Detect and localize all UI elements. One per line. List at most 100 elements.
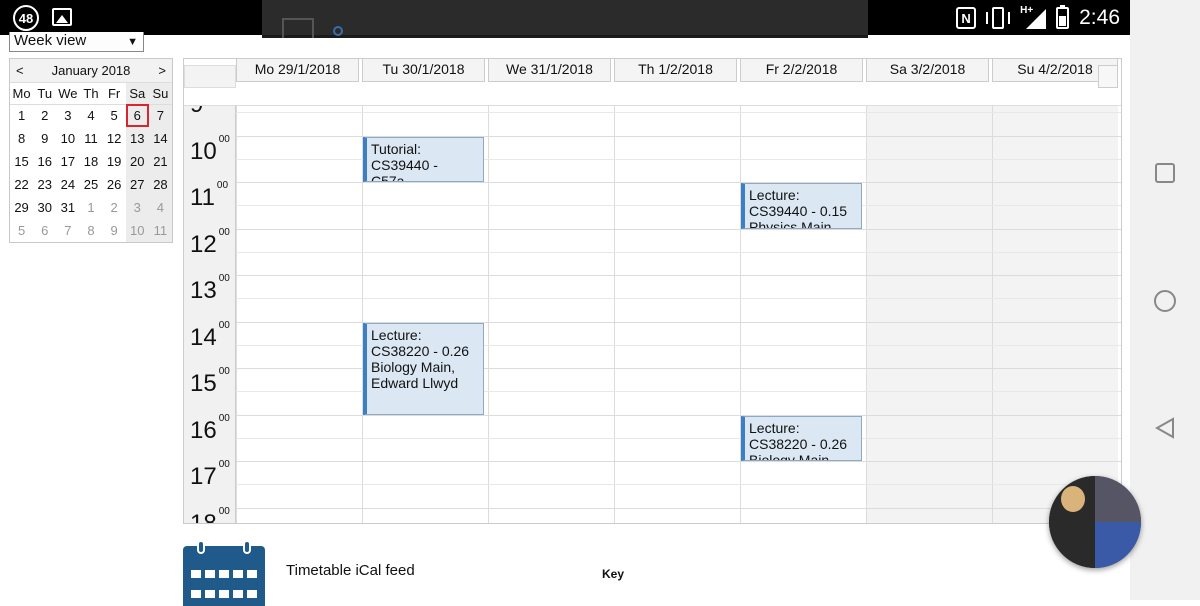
mini-calendar-day[interactable]: 4 [148, 196, 172, 219]
event-text-line: Biology Main, [371, 358, 456, 375]
hour-label: 14 00 [190, 319, 230, 351]
header-corner [184, 65, 236, 88]
mini-calendar-day[interactable]: 11 [79, 127, 102, 150]
status-bar: 48 N H+ 2:46 [0, 0, 1130, 38]
mini-calendar: < January 2018 > Mo Tu We Th Fr Sa Su 12345678… [9, 58, 173, 243]
hour-label: 10 00 [190, 133, 230, 165]
event-text-line: Lecture: [749, 419, 800, 436]
view-select[interactable]: Week view ▼ [9, 32, 144, 52]
mini-calendar-day[interactable]: 4 [79, 104, 102, 127]
mini-calendar-day[interactable]: 6 [125, 104, 149, 127]
next-month-button[interactable]: > [158, 63, 166, 78]
mini-calendar-day[interactable]: 3 [56, 104, 79, 127]
mini-calendar-day[interactable]: 7 [56, 219, 79, 242]
time-column: 900 1000 1100 1200 1300 1400 1500 1600 1700 1800 [184, 106, 236, 523]
mini-calendar-day[interactable]: 22 [10, 173, 33, 196]
mini-calendar-day[interactable]: 5 [103, 104, 126, 127]
timetable-event[interactable]: Lecture: CS39440 - 0.15 Physics Main [741, 183, 862, 229]
mini-calendar-day[interactable]: 1 [79, 196, 102, 219]
half-hour-line [236, 205, 1121, 207]
hour-line [236, 182, 1121, 183]
mini-calendar-day[interactable]: 20 [125, 150, 149, 173]
mini-calendar-day[interactable]: 7 [148, 104, 172, 127]
mini-calendar-day[interactable]: 13 [125, 127, 149, 150]
mini-calendar-day[interactable]: 11 [148, 219, 172, 242]
mini-calendar-day[interactable]: 17 [56, 150, 79, 173]
heads-up-notification[interactable] [262, 0, 868, 38]
mini-calendar-day[interactable]: 16 [33, 150, 56, 173]
timetable-header: Mo 29/1/2018 Tu 30/1/2018 We 31/1/2018 Th 1… [184, 59, 1121, 106]
mini-calendar-day[interactable]: 3 [125, 196, 149, 219]
half-hour-line [236, 437, 1121, 439]
chat-head-avatar[interactable] [1049, 476, 1141, 568]
day-header[interactable]: Tu 30/1/2018 [362, 59, 485, 82]
dropdown-arrow-icon: ▼ [127, 36, 138, 48]
mini-calendar-weekday: We [56, 83, 80, 105]
mini-calendar-day[interactable]: 26 [103, 173, 126, 196]
event-text-line: CS38220 - 0.26 [749, 435, 848, 452]
half-hour-line [236, 251, 1121, 253]
mini-calendar-day[interactable]: 9 [33, 127, 56, 150]
mini-calendar-day[interactable]: 31 [56, 196, 79, 219]
mini-calendar-day[interactable]: 12 [103, 127, 126, 150]
hour-label: 16 00 [190, 412, 230, 444]
ical-feed-link[interactable]: Timetable iCal feed [286, 562, 415, 579]
timetable-event[interactable]: Lecture: CS38220 - 0.26 Biology Main [741, 415, 862, 461]
day-header[interactable]: Mo 29/1/2018 [236, 59, 359, 82]
scrollbar-stub[interactable] [1098, 65, 1118, 88]
half-hour-line [236, 484, 1121, 486]
calendar-icon[interactable] [183, 540, 265, 606]
event-text-line: Tutorial: [371, 140, 422, 157]
mini-calendar-day[interactable]: 8 [79, 219, 102, 242]
mini-calendar-day[interactable]: 23 [33, 173, 56, 196]
half-hour-line [236, 112, 1121, 114]
mini-calendar-day[interactable]: 8 [10, 127, 33, 150]
day-header[interactable]: Th 1/2/2018 [614, 59, 737, 82]
view-select-value: Week view [14, 32, 87, 49]
mini-calendar-day[interactable]: 15 [10, 150, 33, 173]
mini-calendar-day[interactable]: 1 [10, 104, 33, 127]
hour-line [236, 461, 1121, 462]
status-clock: 2:46 [1079, 6, 1120, 29]
timetable: Mo 29/1/2018 Tu 30/1/2018 We 31/1/2018 Th 1… [183, 58, 1122, 524]
hour-label: 17 00 [190, 459, 230, 490]
event-text-line: CS38220 - 0.26 [371, 342, 470, 359]
mini-calendar-day[interactable]: 21 [148, 150, 172, 173]
mini-calendar-day[interactable]: 6 [33, 219, 56, 242]
recents-icon[interactable] [1155, 163, 1175, 183]
mini-calendar-day[interactable]: 9 [103, 219, 126, 242]
mini-calendar-weekday: Tu [33, 83, 57, 105]
mini-calendar-day[interactable]: 30 [33, 196, 56, 219]
home-icon[interactable] [1154, 290, 1176, 312]
mini-calendar-day[interactable]: 24 [56, 173, 79, 196]
nfc-icon: N [956, 7, 977, 29]
day-header[interactable]: Sa 3/2/2018 [866, 59, 989, 82]
day-header[interactable]: Fr 2/2/2018 [740, 59, 863, 82]
mini-calendar-day[interactable]: 27 [125, 173, 149, 196]
mini-calendar-day[interactable]: 10 [56, 127, 79, 150]
event-text-line: Lecture: [371, 326, 422, 343]
mini-calendar-day[interactable]: 2 [33, 104, 56, 127]
mini-calendar-day[interactable]: 14 [148, 127, 172, 150]
image-notification-icon [52, 8, 72, 26]
mini-calendar-day[interactable]: 10 [125, 219, 149, 242]
day-header[interactable]: We 31/1/2018 [488, 59, 611, 82]
timetable-event[interactable]: Lecture: CS38220 - 0.26 Biology Main, Edwar… [363, 322, 484, 415]
timetable-grid[interactable]: 900100011001200130014001500160017001800 … [184, 106, 1121, 523]
mini-calendar-day[interactable]: 29 [10, 196, 33, 219]
mini-calendar-day[interactable]: 5 [10, 219, 33, 242]
mini-calendar-day[interactable]: 28 [148, 173, 172, 196]
back-icon[interactable] [1155, 417, 1175, 439]
mini-calendar-day[interactable]: 18 [79, 150, 102, 173]
event-text-line: CS39440 - C57a, [371, 156, 438, 182]
mini-calendar-day[interactable]: 2 [103, 196, 126, 219]
vibrate-icon [986, 7, 1011, 29]
timetable-event[interactable]: Tutorial:CS39440 - C57a,Llandinam [363, 136, 484, 182]
event-text-line: Biology Main [749, 451, 830, 461]
mini-calendar-day[interactable]: 25 [79, 173, 102, 196]
event-text-line: Edward Llwyd [371, 374, 459, 391]
mini-calendar-month: January 2018 [51, 63, 131, 78]
event-text-line: CS39440 - 0.15 [749, 203, 848, 219]
mini-calendar-day[interactable]: 19 [103, 150, 126, 173]
prev-month-button[interactable]: < [16, 63, 24, 78]
